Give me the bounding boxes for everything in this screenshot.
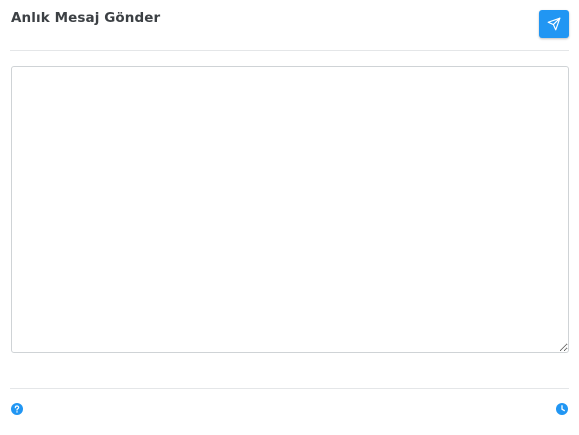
clock-icon[interactable] bbox=[556, 403, 568, 415]
send-icon bbox=[547, 17, 561, 31]
page-title: Anlık Mesaj Gönder bbox=[11, 10, 161, 26]
footer-divider bbox=[10, 388, 569, 389]
message-textarea[interactable] bbox=[11, 66, 569, 353]
help-icon[interactable] bbox=[11, 403, 23, 415]
panel-header: Anlık Mesaj Gönder bbox=[0, 0, 579, 50]
instant-message-panel: Anlık Mesaj Gönder bbox=[0, 0, 579, 435]
header-divider bbox=[10, 50, 569, 51]
send-button[interactable] bbox=[539, 10, 569, 38]
